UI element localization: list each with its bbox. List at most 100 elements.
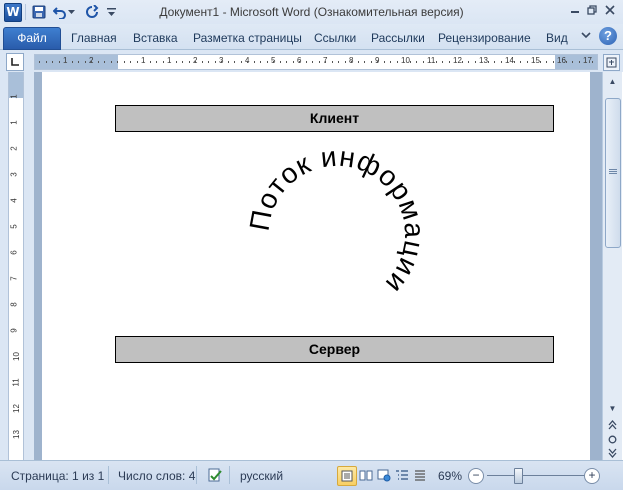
tab-references[interactable]: Ссылки xyxy=(314,31,356,45)
print-layout-view-icon[interactable] xyxy=(337,466,357,486)
outline-view-icon[interactable] xyxy=(393,466,411,484)
language-status[interactable]: русский xyxy=(240,469,283,483)
tab-page-layout[interactable]: Разметка страницы xyxy=(193,31,302,45)
ruler-tick xyxy=(357,61,359,63)
ruler-tick xyxy=(572,61,573,63)
vertical-ruler-number: 3 xyxy=(9,172,19,177)
ruler-tick xyxy=(273,61,274,63)
ruler-tick xyxy=(383,61,385,63)
vertical-ruler-number: 4 xyxy=(9,198,19,203)
full-screen-reading-icon[interactable] xyxy=(357,466,375,484)
vertical-scrollbar[interactable]: ▲ ▼ xyxy=(602,72,622,460)
ruler-tick xyxy=(201,61,203,63)
tab-file[interactable]: Файл xyxy=(3,27,61,50)
ruler-tick xyxy=(507,61,508,63)
ruler-tick xyxy=(474,61,476,63)
select-browse-object-icon[interactable] xyxy=(606,433,619,446)
ruler-tick xyxy=(240,61,242,63)
client-box[interactable]: Клиент xyxy=(115,105,554,132)
ruler-tick xyxy=(461,61,463,63)
vertical-ruler-number: 8 xyxy=(9,302,19,307)
ruler-tick xyxy=(455,61,456,63)
restore-icon[interactable] xyxy=(584,3,600,17)
scrollbar-grip xyxy=(609,169,617,170)
tab-review[interactable]: Рецензирование xyxy=(438,31,531,45)
tab-view[interactable]: Вид xyxy=(546,31,568,45)
page-count-status[interactable]: Страница: 1 из 1 xyxy=(11,469,104,483)
ruler-tick xyxy=(422,61,424,63)
ruler-tick xyxy=(344,61,346,63)
horizontal-ruler-bar: 1211234567891011121314151617 xyxy=(0,50,623,72)
ruler-tick xyxy=(110,61,112,63)
ruler-tick xyxy=(188,61,190,63)
ruler-tick xyxy=(91,61,92,63)
ruler-tick xyxy=(364,61,365,63)
left-margin-zone xyxy=(35,55,118,69)
vertical-ruler-number: 6 xyxy=(9,250,19,255)
scroll-down-icon[interactable]: ▼ xyxy=(606,402,619,415)
minimize-icon[interactable] xyxy=(567,3,583,17)
ruler-tick xyxy=(182,61,183,63)
ruler-tick xyxy=(481,61,482,63)
svg-text:Поток информации: Поток информации xyxy=(247,150,427,300)
status-bar: Страница: 1 из 1 Число слов: 4 русский 6… xyxy=(0,460,623,490)
ruler-tick xyxy=(305,61,307,63)
proofing-icon[interactable] xyxy=(206,466,224,484)
ruler-tick xyxy=(65,61,66,63)
vertical-ruler-number: 1 xyxy=(9,94,19,99)
next-page-icon[interactable] xyxy=(606,446,619,459)
ruler-tick xyxy=(162,61,164,63)
ruler-tick xyxy=(149,61,151,63)
document-page[interactable]: Клиент Поток информации Сервер xyxy=(42,72,590,460)
ruler-tick xyxy=(370,61,372,63)
view-ruler-icon[interactable] xyxy=(603,54,620,71)
tab-home[interactable]: Главная xyxy=(71,31,117,45)
ruler-tick xyxy=(448,61,450,63)
server-box[interactable]: Сервер xyxy=(115,336,554,363)
vertical-ruler-number: 12 xyxy=(11,404,21,413)
ruler-tick xyxy=(97,61,99,63)
ruler-tick xyxy=(533,61,534,63)
ruler-tick xyxy=(403,61,404,63)
ruler-tick xyxy=(331,61,333,63)
tab-insert[interactable]: Вставка xyxy=(133,31,178,45)
vertical-ruler-number: 9 xyxy=(9,328,19,333)
scroll-up-icon[interactable]: ▲ xyxy=(606,75,619,88)
horizontal-ruler[interactable]: 1211234567891011121314151617 xyxy=(34,54,598,70)
tab-mailings[interactable]: Рассылки xyxy=(371,31,425,45)
ruler-tick xyxy=(325,61,326,63)
word-count-status[interactable]: Число слов: 4 xyxy=(118,469,195,483)
ruler-tick xyxy=(435,61,437,63)
expand-ribbon-icon[interactable] xyxy=(581,29,591,43)
ruler-tick xyxy=(39,61,40,63)
vertical-ruler[interactable]: 1 1 2 3 4 5 6 7 8 9 10 11 12 13 xyxy=(8,72,24,460)
circular-text-art[interactable]: Поток информации xyxy=(247,150,427,310)
ruler-tick xyxy=(468,61,469,63)
ruler-tick xyxy=(169,61,170,63)
ruler-tick xyxy=(494,61,495,63)
help-icon[interactable]: ? xyxy=(599,27,617,45)
zoom-level[interactable]: 69% xyxy=(438,469,462,483)
ruler-tick xyxy=(312,61,313,63)
ruler-tick xyxy=(318,61,320,63)
ruler-tick xyxy=(487,61,489,63)
ruler-tick xyxy=(338,61,339,63)
scrollbar-thumb[interactable] xyxy=(605,98,621,248)
ruler-tick xyxy=(409,61,411,63)
ruler-tick xyxy=(442,61,443,63)
zoom-slider-track[interactable] xyxy=(487,475,585,476)
zoom-in-icon[interactable]: + xyxy=(584,468,600,484)
close-icon[interactable] xyxy=(602,3,618,17)
ruler-tick xyxy=(71,61,73,63)
zoom-out-icon[interactable]: − xyxy=(468,468,484,484)
ruler-tick xyxy=(136,61,138,63)
draft-view-icon[interactable] xyxy=(411,466,429,484)
ruler-tick xyxy=(351,61,352,63)
ruler-tick xyxy=(500,61,502,63)
ruler-tick xyxy=(390,61,391,63)
previous-page-icon[interactable] xyxy=(606,418,619,431)
web-layout-icon[interactable] xyxy=(375,466,393,484)
vertical-ruler-number: 1 xyxy=(9,120,19,125)
tab-selector-button[interactable] xyxy=(6,53,24,71)
zoom-slider-thumb[interactable] xyxy=(514,468,523,484)
